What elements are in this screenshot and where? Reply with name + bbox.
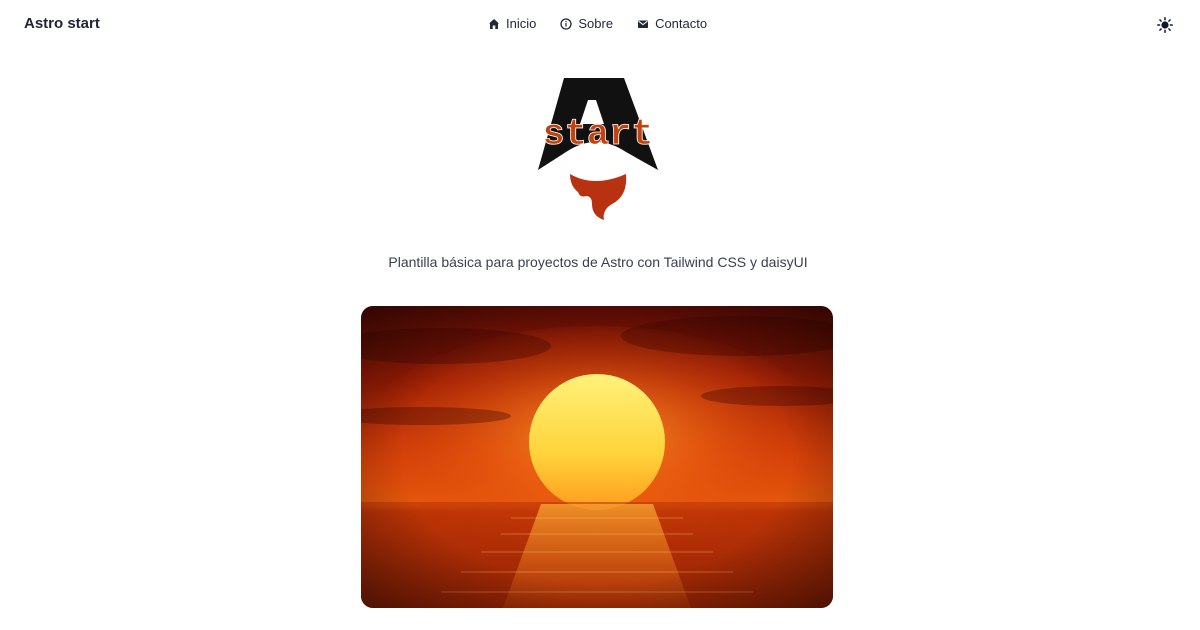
- logo-text: start: [542, 114, 653, 156]
- hero-image-sunset: [361, 306, 833, 608]
- nav-item-label: Contacto: [655, 16, 708, 31]
- mail-icon: [637, 18, 649, 30]
- nav-item-inicio[interactable]: Inicio: [488, 16, 536, 31]
- brand-link[interactable]: Astro start: [24, 15, 100, 32]
- navbar: Astro start Inicio Sobre Contacto: [0, 0, 1200, 50]
- nav-menu: Inicio Sobre Contacto: [488, 16, 707, 31]
- info-icon: [560, 17, 573, 30]
- nav-item-label: Inicio: [506, 16, 537, 31]
- astro-start-logo: start: [530, 72, 666, 224]
- hero-tagline: Plantilla básica para proyectos de Astro…: [388, 254, 808, 270]
- nav-item-label: Sobre: [578, 16, 614, 31]
- nav-item-sobre[interactable]: Sobre: [560, 16, 613, 31]
- theme-toggle-button[interactable]: [1157, 17, 1173, 33]
- home-icon: [488, 18, 500, 30]
- sun-icon: [1157, 17, 1173, 37]
- nav-item-contacto[interactable]: Contacto: [637, 16, 707, 31]
